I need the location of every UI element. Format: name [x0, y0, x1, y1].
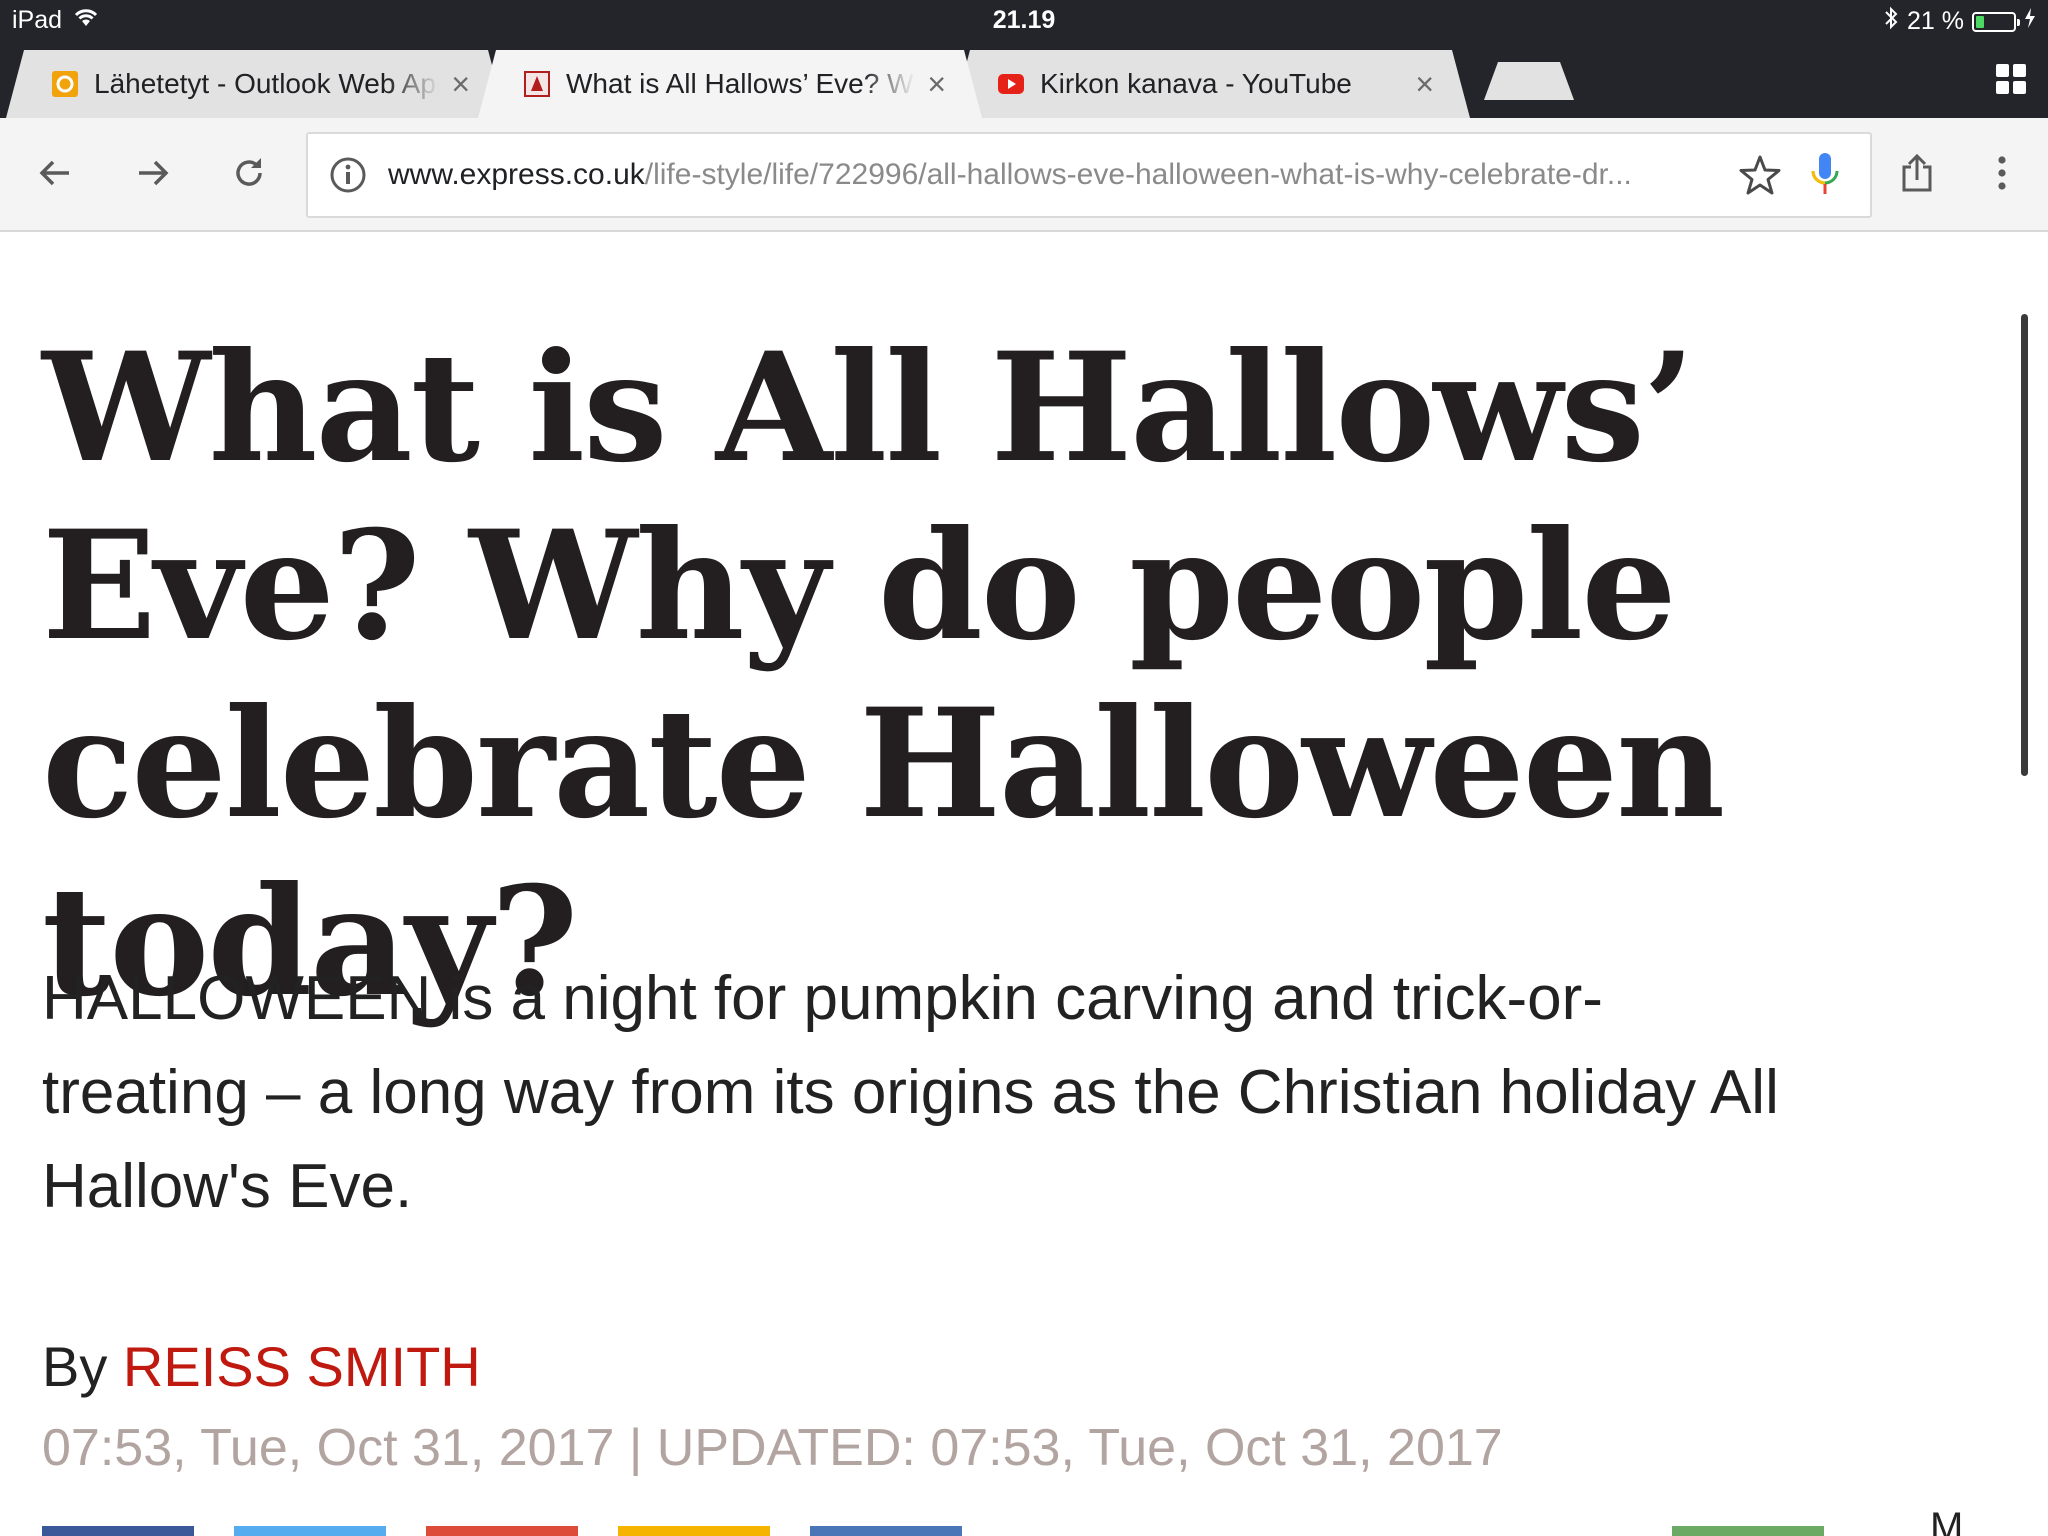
- url-path: /life-style/life/722996/all-hallows-eve-…: [644, 158, 1632, 191]
- url-domain: www.express.co.uk: [388, 158, 645, 191]
- byline: By REISS SMITH: [42, 1334, 481, 1399]
- share-twitter-button[interactable]: [234, 1526, 386, 1536]
- tab-outlook[interactable]: Lähetetyt - Outlook Web App ×: [6, 50, 506, 118]
- reload-button[interactable]: [222, 148, 276, 202]
- author-link[interactable]: REISS SMITH: [123, 1335, 481, 1398]
- share-icon: [1900, 153, 1934, 198]
- close-tab-icon[interactable]: ×: [927, 68, 946, 100]
- share-email-button[interactable]: [618, 1526, 770, 1536]
- tab-switcher-icon[interactable]: [1996, 64, 2026, 94]
- url-text[interactable]: www.express.co.uk/life-style/life/722996…: [388, 158, 1722, 192]
- share-linkedin-button[interactable]: [810, 1526, 962, 1536]
- close-tab-icon[interactable]: ×: [1415, 68, 1434, 100]
- share-google-button[interactable]: [426, 1526, 578, 1536]
- menu-button[interactable]: [1975, 148, 2029, 202]
- express-favicon-icon: [524, 71, 550, 97]
- share-facebook-button[interactable]: [42, 1526, 194, 1536]
- new-tab-button[interactable]: [1484, 62, 1574, 100]
- more-vertical-icon: [1997, 155, 2007, 196]
- share-buttons: [0, 1526, 2048, 1536]
- tab-express-article[interactable]: What is All Hallows’ Eve? Wh ×: [478, 50, 982, 118]
- forward-button[interactable]: [126, 148, 180, 202]
- tab-title: Kirkon kanava - YouTube: [1040, 68, 1352, 99]
- article-standfirst: HALLOWEEN is a night for pumpkin carving…: [42, 964, 1779, 1221]
- tab-strip: Lähetetyt - Outlook Web App × What is Al…: [0, 40, 2048, 118]
- reload-icon: [231, 155, 267, 196]
- tab-title: Lähetetyt - Outlook Web App: [94, 68, 440, 99]
- scrollbar[interactable]: [2021, 314, 2028, 776]
- clock: 21.19: [992, 6, 1056, 34]
- article: What is All Hallows’ Eve? Why do people …: [0, 234, 2048, 1536]
- share-whatsapp-button[interactable]: [1672, 1526, 1824, 1536]
- ios-status-bar: iPad 21.19 21 %: [0, 0, 2048, 40]
- tab-youtube[interactable]: Kirkon kanava - YouTube ×: [952, 50, 1470, 118]
- charging-icon: [2024, 7, 2036, 36]
- battery-icon: [1972, 11, 2020, 32]
- dateline: 07:53, Tue, Oct 31, 2017 | UPDATED: 07:5…: [42, 1419, 1503, 1477]
- outlook-icon: [52, 71, 78, 97]
- address-bar[interactable]: www.express.co.uk/life-style/life/722996…: [306, 132, 1872, 218]
- close-tab-icon[interactable]: ×: [451, 68, 470, 100]
- back-button[interactable]: [28, 148, 82, 202]
- info-icon[interactable]: [328, 155, 368, 195]
- article-headline: What is All Hallows’ Eve? Why do people …: [42, 320, 1725, 1030]
- share-more-glyph: M: [1930, 1505, 1964, 1536]
- youtube-icon: [998, 71, 1024, 97]
- status-right: 21 %: [1883, 6, 2036, 37]
- share-button[interactable]: [1890, 148, 1944, 202]
- byline-prefix: By: [42, 1335, 108, 1398]
- arrow-left-icon: [37, 155, 73, 196]
- arrow-right-icon: [135, 155, 171, 196]
- bluetooth-icon: [1883, 6, 1899, 37]
- tab-title: What is All Hallows’ Eve? Wh: [566, 68, 916, 99]
- microphone-icon[interactable]: [1808, 151, 1842, 199]
- battery-percent: 21 %: [1907, 7, 1964, 35]
- bookmark-star-icon[interactable]: [1738, 153, 1782, 197]
- browser-toolbar: www.express.co.uk/life-style/life/722996…: [0, 118, 2048, 232]
